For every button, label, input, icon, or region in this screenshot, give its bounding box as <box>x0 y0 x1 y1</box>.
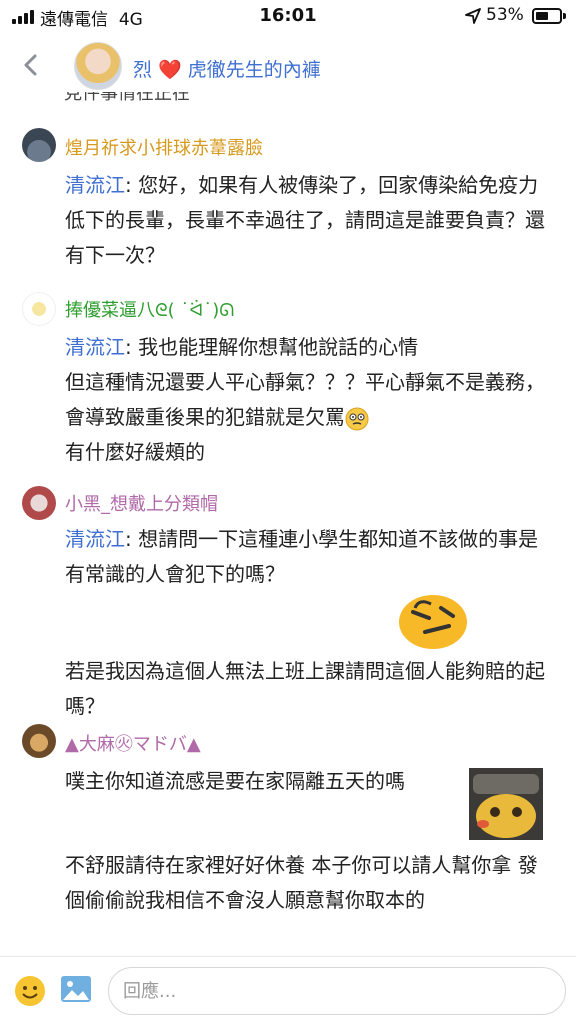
composer-bar <box>0 956 576 1024</box>
message-body: 清流江: 您好，如果有人被傳染了，回家傳染給免疫力低下的長輩，長輩不幸過往了，請… <box>65 168 555 273</box>
author-avatar[interactable] <box>74 42 122 90</box>
username[interactable]: 小黑_想戴上分類帽 <box>65 490 218 516</box>
sticker-image-icon <box>469 768 543 840</box>
back-chevron-icon[interactable] <box>20 54 42 76</box>
quote-name[interactable]: 清流江 <box>65 527 125 551</box>
title-suffix: 虎徹先生的內褲 <box>187 59 321 81</box>
message-text: 有什麼好緩頰的 <box>65 440 205 464</box>
smirking-face-sticker-icon <box>399 595 467 649</box>
battery-tip <box>563 13 566 19</box>
message-text: : 想請問一下這種連小學生都知道不該做的事是有常識的人會犯下的嗎？ <box>65 527 539 586</box>
quote-name[interactable]: 清流江 <box>65 335 125 359</box>
quote-name[interactable]: 清流江 <box>65 173 125 197</box>
page-title[interactable]: 烈 ❤️ 虎徹先生的內褲 <box>133 55 321 82</box>
battery-fill <box>536 12 548 20</box>
clipped-previous-line: 見件事情在正在 <box>64 92 190 101</box>
avatar[interactable] <box>22 292 56 326</box>
message-body: 噗主你知道流感是要在家隔離五天的嗎 不舒服請待在家裡好好休養 本子你可以請人幫你… <box>65 764 555 918</box>
message-text: 不舒服請待在家裡好好休養 本子你可以請人幫你拿 發個偷偷說我相信不會沒人願意幫你… <box>65 853 538 912</box>
avatar[interactable] <box>22 128 56 162</box>
username[interactable]: ▲大麻㊋マドバ▲ <box>65 730 201 756</box>
avatar[interactable] <box>22 486 56 520</box>
message-body: 清流江: 想請問一下這種連小學生都知道不該做的事是有常識的人會犯下的嗎？ 若是我… <box>65 522 555 724</box>
image-icon[interactable] <box>60 975 92 1003</box>
message-body: 清流江: 我也能理解你想幫他說話的心情 但這種情況還要人平心靜氣？？？平心靜氣不… <box>65 330 555 470</box>
username[interactable]: 捧優菜逼八ᘓ( ˙ᐛ˙)ᘏ <box>65 296 234 322</box>
title-prefix: 烈 <box>133 59 153 81</box>
heart-icon: ❤️ <box>158 59 182 81</box>
message-text: : 您好，如果有人被傳染了，回家傳染給免疫力低下的長輩，長輩不幸過往了，請問這是… <box>65 173 545 267</box>
avatar[interactable] <box>22 724 56 758</box>
battery-icon <box>532 8 562 24</box>
emoji-icon[interactable] <box>14 975 46 1007</box>
battery-percent: 53% <box>486 5 524 25</box>
message-text: 但這種情況還要人平心靜氣？？？平心靜氣不是義務，會導致嚴重後果的犯錯就是欠罵 <box>65 370 545 429</box>
username[interactable]: 煌月祈求小排球赤葦露臉 <box>65 134 263 160</box>
confused-face-emoji-icon <box>345 407 369 430</box>
reply-input[interactable] <box>108 967 566 1015</box>
status-bar: 遠傳電信 4G 16:01 53% <box>0 0 576 34</box>
conversation-header: 烈 ❤️ 虎徹先生的內褲 <box>0 34 576 96</box>
message-text: : 我也能理解你想幫他說話的心情 <box>125 335 419 359</box>
message-text: 噗主你知道流感是要在家隔離五天的嗎 <box>65 769 405 793</box>
message-text: 若是我因為這個人無法上班上課請問這個人能夠賠的起嗎？ <box>65 659 545 718</box>
sticker-row <box>65 592 555 654</box>
location-arrow-icon <box>465 8 481 24</box>
